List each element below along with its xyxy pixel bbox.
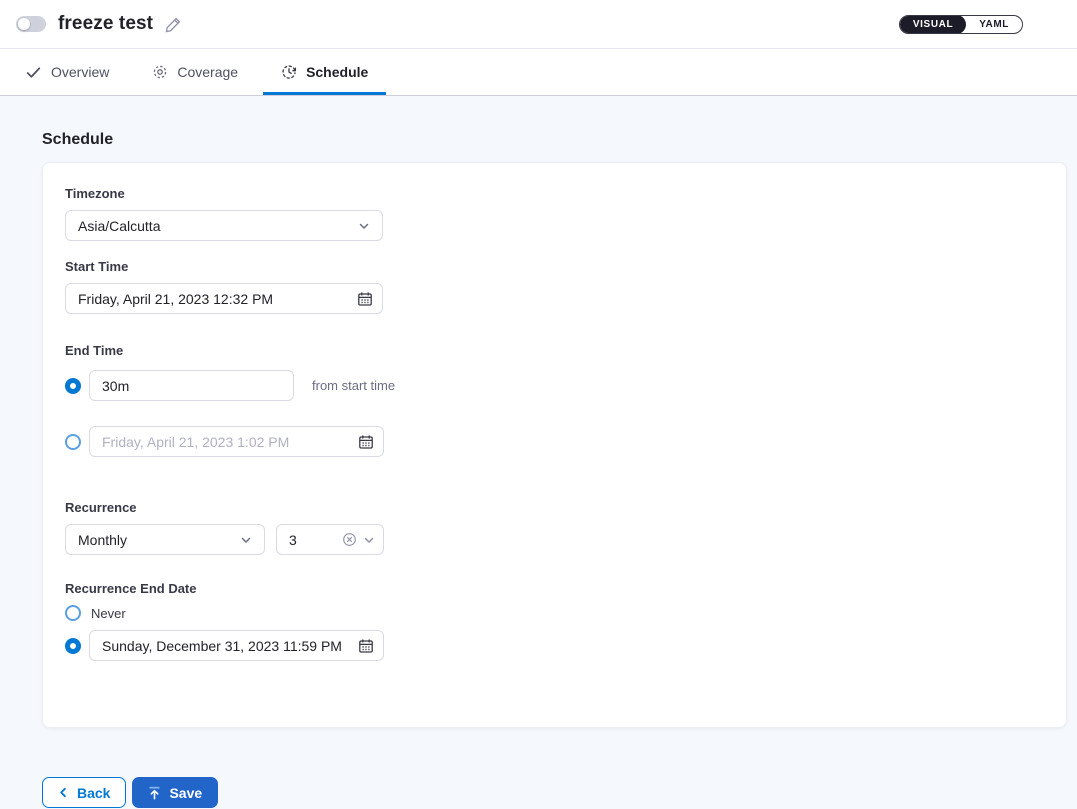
clear-icon[interactable] xyxy=(342,532,357,547)
end-time-date-row xyxy=(65,426,1044,457)
recurrence-end-date-label: Recurrence End Date xyxy=(65,581,1044,596)
recurrence-end-date-row xyxy=(65,630,1044,661)
back-button[interactable]: Back xyxy=(42,777,126,808)
tab-coverage[interactable]: Coverage xyxy=(134,49,256,95)
recurrence-label: Recurrence xyxy=(65,500,1044,515)
recurrence-never-radio[interactable] xyxy=(65,605,81,621)
calendar-icon[interactable] xyxy=(357,291,373,307)
recurrence-type-value: Monthly xyxy=(78,532,127,548)
from-start-time-text: from start time xyxy=(312,378,395,393)
tab-schedule[interactable]: Schedule xyxy=(263,49,386,95)
tab-bar: Overview Coverage Schedule xyxy=(0,49,1077,96)
visual-yaml-toggle: VISUAL YAML xyxy=(899,15,1023,34)
end-time-duration-row: from start time xyxy=(65,370,1044,401)
recurrence-end-date-input[interactable] xyxy=(90,631,383,660)
recurrence-end-date-field xyxy=(89,630,384,661)
end-time-date-field xyxy=(89,426,384,457)
visual-toggle-button[interactable]: VISUAL xyxy=(900,15,966,34)
timezone-value: Asia/Calcutta xyxy=(78,218,160,234)
toggle-knob xyxy=(18,18,30,30)
recurring-schedule-icon xyxy=(281,64,297,80)
calendar-icon[interactable] xyxy=(358,638,374,654)
chevron-down-icon xyxy=(358,220,370,232)
end-time-label: End Time xyxy=(65,343,1044,358)
tab-schedule-label: Schedule xyxy=(306,64,368,80)
recurrence-row: Monthly 3 xyxy=(65,524,1044,555)
recurrence-never-row: Never xyxy=(65,605,1044,621)
start-time-field xyxy=(65,283,383,314)
freeze-enabled-toggle[interactable] xyxy=(16,16,46,32)
timezone-label: Timezone xyxy=(65,186,1044,201)
chevron-down-icon[interactable] xyxy=(363,534,375,546)
chevron-left-icon xyxy=(58,787,69,798)
footer-actions: Back Save xyxy=(42,777,1077,808)
gear-icon xyxy=(152,64,168,80)
end-time-date-input[interactable] xyxy=(90,427,383,456)
recurrence-interval-select[interactable]: 3 xyxy=(276,524,384,555)
calendar-icon[interactable] xyxy=(358,434,374,450)
recurrence-interval-value: 3 xyxy=(289,532,336,548)
edit-title-icon[interactable] xyxy=(165,16,182,33)
back-button-label: Back xyxy=(77,785,110,801)
timezone-select[interactable]: Asia/Calcutta xyxy=(65,210,383,241)
header-bar: freeze test VISUAL YAML xyxy=(0,0,1077,49)
start-time-input[interactable] xyxy=(66,284,382,313)
start-time-label: Start Time xyxy=(65,259,1044,274)
upload-icon xyxy=(148,786,161,800)
schedule-form-card: Timezone Asia/Calcutta Start Time xyxy=(42,162,1067,728)
tab-overview-label: Overview xyxy=(51,64,109,80)
recurrence-type-select[interactable]: Monthly xyxy=(65,524,265,555)
end-time-duration-input[interactable] xyxy=(90,371,293,400)
end-time-duration-field xyxy=(89,370,294,401)
end-time-duration-radio[interactable] xyxy=(65,378,81,394)
tab-coverage-label: Coverage xyxy=(177,64,238,80)
recurrence-never-label: Never xyxy=(91,606,126,621)
yaml-toggle-button[interactable]: YAML xyxy=(966,15,1022,34)
end-time-date-radio[interactable] xyxy=(65,434,81,450)
tab-overview[interactable]: Overview xyxy=(7,49,127,95)
page-title: freeze test xyxy=(58,13,153,35)
section-heading: Schedule xyxy=(42,131,1077,149)
check-icon xyxy=(25,64,42,81)
chevron-down-icon xyxy=(240,534,252,546)
save-button-label: Save xyxy=(169,785,202,801)
save-button[interactable]: Save xyxy=(132,777,218,808)
recurrence-end-date-radio[interactable] xyxy=(65,638,81,654)
schedule-panel: Schedule Timezone Asia/Calcutta Start Ti… xyxy=(0,131,1077,808)
